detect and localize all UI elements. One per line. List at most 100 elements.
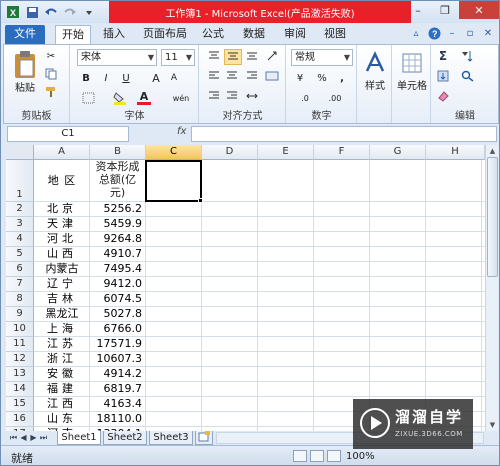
wrap-text-icon[interactable] [264,69,280,83]
fill-color-icon[interactable] [111,91,129,105]
zoom-level[interactable]: 100% [346,451,375,462]
grow-font-button[interactable]: A [149,71,163,85]
paste-button[interactable]: 粘贴 [10,79,40,94]
tab-view[interactable]: 视图 [319,25,351,44]
orientation-icon[interactable] [264,49,280,63]
number-format-select[interactable]: 常规 ▼ [291,49,353,66]
bold-button[interactable]: B [79,71,93,85]
tab-review[interactable]: 审阅 [279,25,311,44]
cells-icon[interactable] [399,49,425,77]
sheet-tab-1[interactable]: Sheet1 [57,431,101,445]
cell-region[interactable]: 上海 [35,322,89,336]
ribbon-minimize-icon[interactable]: – [445,27,459,40]
excel-logo-icon[interactable]: X [5,4,21,20]
cell-value[interactable]: 9264.8 [90,232,145,246]
name-box[interactable]: C1 [7,126,129,142]
cell-region[interactable]: 内蒙古 [35,262,89,276]
last-sheet-icon[interactable]: ⏭ [39,432,48,444]
tab-page-layout[interactable]: 页面布局 [139,25,191,44]
cell-value[interactable]: 5027.8 [90,307,145,321]
cell-region[interactable]: 吉林 [35,292,89,306]
row-header[interactable]: 2 [6,202,34,217]
column-header-e[interactable]: E [258,145,314,160]
row-header[interactable]: 7 [6,277,34,292]
row-header[interactable]: 5 [6,247,34,262]
row-header[interactable]: 11 [6,337,34,352]
insert-sheet-icon[interactable] [195,431,213,445]
row-header[interactable]: 10 [6,322,34,337]
tab-insert[interactable]: 插入 [97,25,131,44]
merge-center-icon[interactable] [244,89,260,103]
comma-button[interactable]: , [335,71,349,85]
cells-button[interactable]: 单元格 [393,77,431,92]
cell-value[interactable]: 6819.7 [90,382,145,396]
percent-button[interactable]: % [315,71,329,85]
scroll-thumb[interactable] [487,157,498,277]
page-break-view-icon[interactable] [327,450,341,462]
font-name-select[interactable]: 宋体 ▼ [77,49,157,66]
underline-button[interactable]: U [119,71,133,85]
column-header-b[interactable]: B [90,145,146,160]
fill-icon[interactable] [436,69,450,83]
currency-button[interactable]: ¥ [291,71,309,85]
autosum-button[interactable]: Σ [436,49,450,63]
cell-a1[interactable]: 地 区 [35,174,89,188]
tab-home[interactable]: 开始 [55,25,91,44]
cell-region[interactable]: 福建 [35,382,89,396]
shrink-font-button[interactable]: A [167,71,181,85]
ribbon-close-icon[interactable]: ✕ [481,27,495,40]
redo-icon[interactable] [62,4,78,20]
cell-region[interactable]: 江苏 [35,337,89,351]
font-size-select[interactable]: 11 ▼ [161,49,195,66]
column-header-c[interactable]: C [146,145,202,160]
cell-value[interactable]: 6766.0 [90,322,145,336]
ribbon-restore-icon[interactable]: ▫ [463,27,477,40]
align-bottom-icon[interactable] [244,49,260,63]
clear-icon[interactable] [436,89,450,103]
undo-icon[interactable] [43,4,59,20]
fill-handle[interactable] [198,198,203,203]
cell-value[interactable]: 7495.4 [90,262,145,276]
cell-region[interactable]: 江西 [35,397,89,411]
cell-value[interactable]: 9412.0 [90,277,145,291]
cut-icon[interactable]: ✂ [44,49,58,63]
phonetic-button[interactable]: wén [169,91,193,105]
normal-view-icon[interactable] [293,450,307,462]
cell-value[interactable]: 4163.4 [90,397,145,411]
column-header-g[interactable]: G [370,145,426,160]
row-header[interactable]: 6 [6,262,34,277]
row-header[interactable]: 16 [6,412,34,427]
cell-value[interactable]: 4910.7 [90,247,145,261]
worksheet-grid[interactable]: A B C D E F G H 1 地 区 资本形成 总额(亿 元) 2 北京 52… [6,145,485,431]
cell-region[interactable]: 河北 [35,232,89,246]
vertical-scrollbar[interactable]: ▲ ▼ [485,145,498,431]
sheet-tab-2[interactable]: Sheet2 [103,431,147,445]
decrease-indent-icon[interactable] [206,89,222,103]
cell-region[interactable]: 天津 [35,217,89,231]
align-right-icon[interactable] [244,69,260,83]
sheet-tab-3[interactable]: Sheet3 [149,431,193,445]
italic-button[interactable]: I [99,71,113,85]
cell-value[interactable]: 17571.9 [90,337,145,351]
row-header[interactable]: 9 [6,307,34,322]
save-icon[interactable] [24,4,40,20]
align-top-icon[interactable] [206,49,222,63]
align-left-icon[interactable] [206,69,222,83]
cell-value[interactable]: 6074.5 [90,292,145,306]
scroll-up-icon[interactable]: ▲ [486,145,499,157]
column-header-f[interactable]: F [314,145,370,160]
cell-value[interactable]: 5459.9 [90,217,145,231]
row-header-1[interactable]: 1 [6,160,34,202]
maximize-icon[interactable]: ❐ [432,1,458,19]
row-header[interactable]: 3 [6,217,34,232]
increase-indent-icon[interactable] [224,89,240,103]
format-painter-icon[interactable] [44,85,58,99]
cell-value[interactable]: 4914.2 [90,367,145,381]
row-header[interactable]: 14 [6,382,34,397]
next-sheet-icon[interactable]: ▶ [29,432,38,444]
align-center-icon[interactable] [224,69,240,83]
cell-value[interactable]: 18110.0 [90,412,145,426]
row-header[interactable]: 13 [6,367,34,382]
active-cell-c1[interactable] [145,160,203,203]
help-icon[interactable]: ? [427,27,441,40]
